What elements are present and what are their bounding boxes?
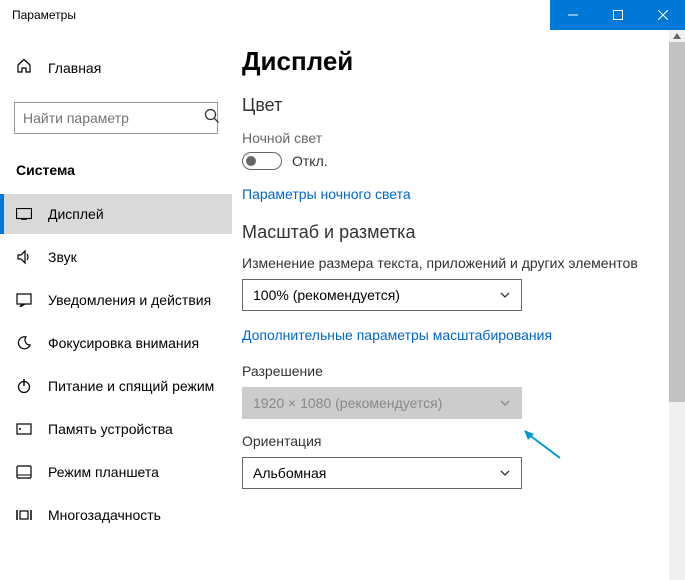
sidebar-item-notifications[interactable]: Уведомления и действия <box>0 280 232 320</box>
search-input-box[interactable] <box>14 102 218 134</box>
sidebar-item-label: Звук <box>48 249 77 265</box>
sidebar-item-label: Память устройства <box>48 421 173 437</box>
chevron-down-icon <box>499 289 511 301</box>
search-icon <box>204 108 220 129</box>
close-button[interactable] <box>640 0 685 30</box>
window-controls <box>550 0 685 30</box>
scrollbar-track[interactable] <box>669 30 685 580</box>
notifications-icon <box>16 293 32 307</box>
sidebar-item-focus[interactable]: Фокусировка внимания <box>0 323 232 363</box>
sidebar: Главная Система Дисплей Звук Уведомления… <box>0 30 232 580</box>
orientation-select[interactable]: Альбомная <box>242 457 522 489</box>
sidebar-item-sound[interactable]: Звук <box>0 237 232 277</box>
sidebar-item-tablet[interactable]: Режим планшета <box>0 452 232 492</box>
sidebar-item-label: Уведомления и действия <box>48 292 211 308</box>
scroll-up-icon[interactable] <box>669 30 685 42</box>
minimize-button[interactable] <box>550 0 595 30</box>
resolution-select[interactable]: 1920 × 1080 (рекомендуется) <box>242 387 522 419</box>
nightlight-toggle[interactable] <box>242 152 282 170</box>
color-heading: Цвет <box>242 95 661 116</box>
tablet-icon <box>16 465 32 479</box>
sidebar-item-label: Многозадачность <box>48 507 161 523</box>
maximize-button[interactable] <box>595 0 640 30</box>
power-icon <box>16 378 32 394</box>
window-title: Параметры <box>12 8 76 22</box>
nightlight-settings-link[interactable]: Параметры ночного света <box>242 186 411 202</box>
search-input[interactable] <box>23 110 204 126</box>
category-label: Система <box>0 162 232 178</box>
home-nav[interactable]: Главная <box>0 48 232 88</box>
storage-icon <box>16 423 32 435</box>
sidebar-item-display[interactable]: Дисплей <box>0 194 232 234</box>
toggle-knob <box>246 156 256 166</box>
sidebar-item-label: Дисплей <box>48 206 104 222</box>
orientation-value: Альбомная <box>253 465 326 481</box>
sidebar-item-label: Питание и спящий режим <box>48 378 214 394</box>
advanced-scale-link[interactable]: Дополнительные параметры масштабирования <box>242 327 552 343</box>
moon-icon <box>16 335 32 351</box>
sidebar-item-label: Фокусировка внимания <box>48 335 199 351</box>
sound-icon <box>16 249 32 265</box>
resolution-label: Разрешение <box>242 363 661 379</box>
sidebar-item-storage[interactable]: Память устройства <box>0 409 232 449</box>
scale-heading: Масштаб и разметка <box>242 222 661 243</box>
page-title: Дисплей <box>242 46 661 77</box>
scale-field-label: Изменение размера текста, приложений и д… <box>242 255 661 271</box>
orientation-label: Ориентация <box>242 433 661 449</box>
content-area: Дисплей Цвет Ночной свет Откл. Параметры… <box>232 30 685 580</box>
home-label: Главная <box>48 60 101 76</box>
display-icon <box>16 208 32 220</box>
scale-value: 100% (рекомендуется) <box>253 287 400 303</box>
toggle-state: Откл. <box>292 153 328 169</box>
resolution-value: 1920 × 1080 (рекомендуется) <box>253 395 442 411</box>
home-icon <box>16 58 32 79</box>
chevron-down-icon <box>499 397 511 409</box>
sidebar-item-power[interactable]: Питание и спящий режим <box>0 366 232 406</box>
multitasking-icon <box>16 509 32 521</box>
nightlight-label: Ночной свет <box>242 130 661 146</box>
sidebar-item-multitasking[interactable]: Многозадачность <box>0 495 232 535</box>
chevron-down-icon <box>499 467 511 479</box>
sidebar-item-label: Режим планшета <box>48 464 159 480</box>
scale-select[interactable]: 100% (рекомендуется) <box>242 279 522 311</box>
scrollbar-thumb[interactable] <box>669 42 685 402</box>
